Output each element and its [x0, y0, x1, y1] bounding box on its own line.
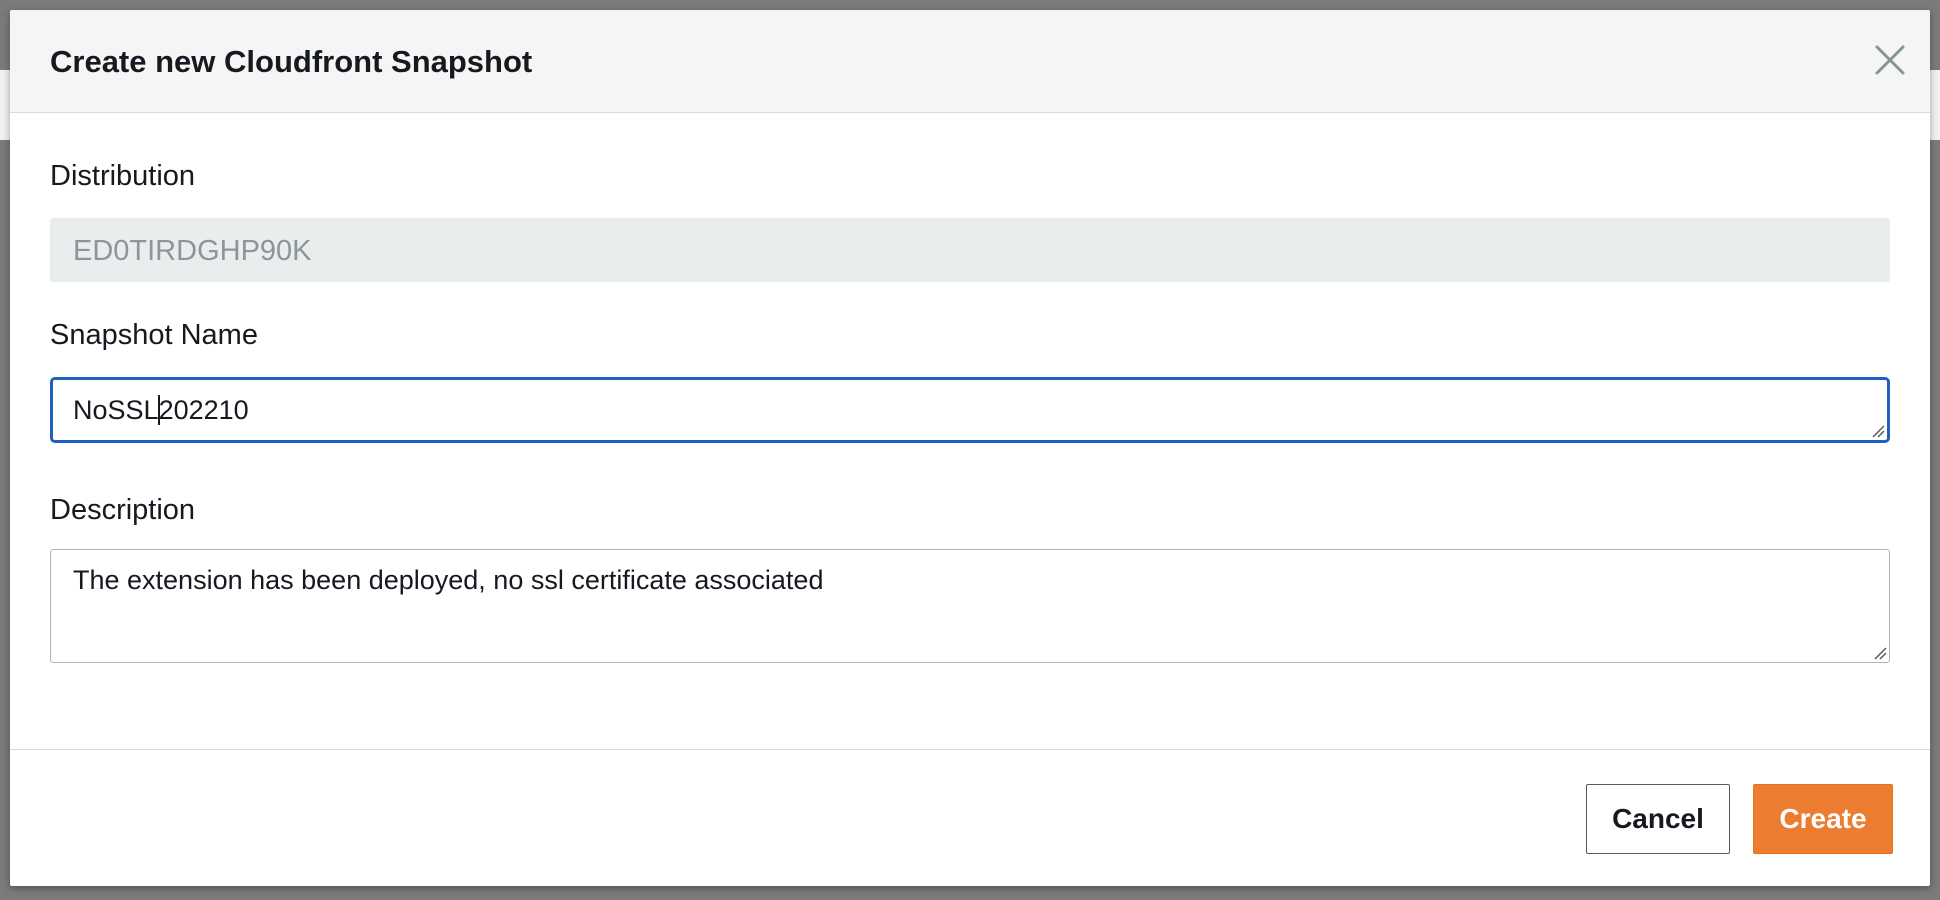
cancel-button[interactable]: Cancel: [1586, 784, 1730, 854]
resize-handle-icon[interactable]: [1871, 424, 1885, 438]
close-button[interactable]: [1870, 40, 1910, 80]
snapshot-name-text-before-cursor: NoSSL: [73, 395, 159, 425]
snapshot-name-text-after-cursor: 202210: [158, 395, 249, 425]
description-text: The extension has been deployed, no ssl …: [73, 565, 824, 595]
snapshot-name-label: Snapshot Name: [50, 319, 258, 351]
resize-handle-icon[interactable]: [1873, 646, 1887, 660]
description-label: Description: [50, 494, 196, 526]
create-button[interactable]: Create: [1753, 784, 1893, 854]
modal-title: Create new Cloudfront Snapshot: [50, 44, 533, 79]
footer-divider: [10, 749, 1930, 750]
snapshot-name-input[interactable]: NoSSL202210: [50, 377, 1890, 443]
text-cursor: [157, 394, 160, 425]
close-icon: [1875, 45, 1905, 75]
background-page-fragment: [0, 70, 10, 140]
distribution-label: Distribution: [50, 160, 196, 192]
modal-header: Create new Cloudfront Snapshot: [10, 10, 1930, 113]
description-textarea[interactable]: The extension has been deployed, no ssl …: [50, 549, 1890, 663]
create-snapshot-dialog: Create new Cloudfront Snapshot Distribut…: [10, 10, 1930, 886]
distribution-field: ED0TIRDGHP90K: [50, 218, 1890, 282]
